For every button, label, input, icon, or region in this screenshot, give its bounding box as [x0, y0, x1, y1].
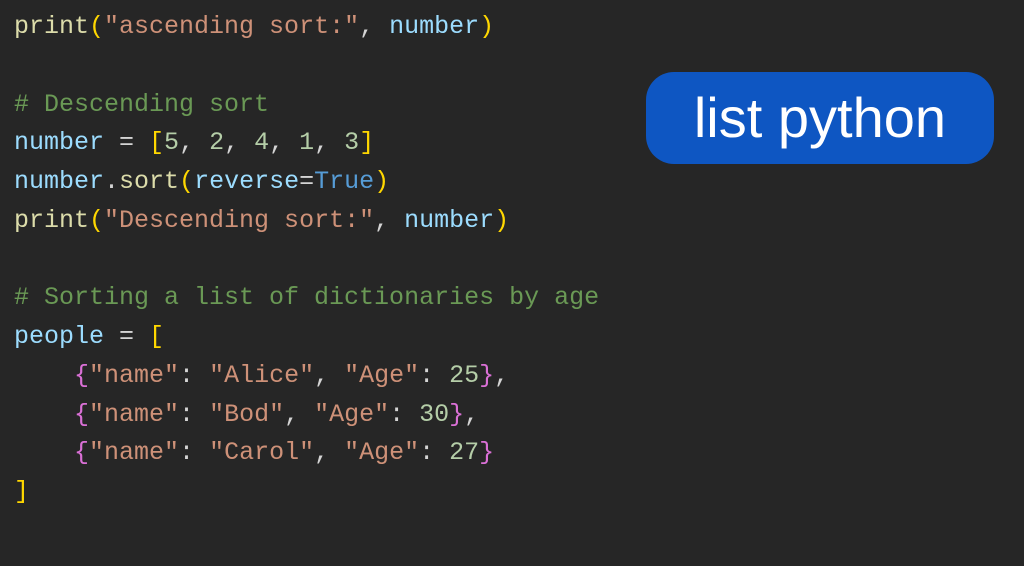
fn-print: print	[14, 206, 89, 235]
num: 1	[299, 128, 314, 157]
string-literal: "ascending sort:"	[104, 12, 359, 41]
dict-val: "Carol"	[209, 438, 314, 467]
code-line-9: people = [	[14, 318, 1010, 357]
dict-val-num: 27	[449, 438, 479, 467]
close-paren: )	[479, 12, 494, 41]
close-bracket: ]	[359, 128, 374, 157]
close-bracket: ]	[14, 477, 29, 506]
code-line-1: print("ascending sort:", number)	[14, 8, 1010, 47]
method-sort: sort	[119, 167, 179, 196]
keyword-true: True	[314, 167, 374, 196]
open-brace: {	[74, 361, 89, 390]
close-brace: }	[479, 361, 494, 390]
open-paren: (	[179, 167, 194, 196]
code-line-6: print("Descending sort:", number)	[14, 202, 1010, 241]
close-paren: )	[374, 167, 389, 196]
dict-key: "name"	[89, 400, 179, 429]
close-brace: }	[479, 438, 494, 467]
fn-print: print	[14, 12, 89, 41]
assign-op: =	[104, 322, 149, 351]
dict-val: "Alice"	[209, 361, 314, 390]
code-line-11: {"name": "Bod", "Age": 30},	[14, 396, 1010, 435]
open-paren: (	[89, 206, 104, 235]
comma: ,	[359, 12, 389, 41]
open-brace: {	[74, 400, 89, 429]
code-line-10: {"name": "Alice", "Age": 25},	[14, 357, 1010, 396]
num: 2	[209, 128, 224, 157]
open-brace: {	[74, 438, 89, 467]
var-number: number	[14, 128, 104, 157]
open-paren: (	[89, 12, 104, 41]
comment: # Sorting a list of dictionaries by age	[14, 283, 599, 312]
string-literal: "Descending sort:"	[104, 206, 374, 235]
var-people: people	[14, 322, 104, 351]
comment: # Descending sort	[14, 90, 269, 119]
title-badge: list python	[646, 72, 994, 164]
comma: ,	[374, 206, 404, 235]
code-line-12: {"name": "Carol", "Age": 27}	[14, 434, 1010, 473]
dict-key: "Age"	[344, 361, 419, 390]
close-paren: )	[494, 206, 509, 235]
var-number: number	[389, 12, 479, 41]
assign-op: =	[299, 167, 314, 196]
var-number: number	[14, 167, 104, 196]
open-bracket: [	[149, 128, 164, 157]
dict-val-num: 25	[449, 361, 479, 390]
badge-label: list python	[694, 86, 946, 149]
dict-key: "name"	[89, 438, 179, 467]
open-bracket: [	[149, 322, 164, 351]
kwarg-reverse: reverse	[194, 167, 299, 196]
dict-key: "Age"	[314, 400, 389, 429]
dot-op: .	[104, 167, 119, 196]
assign-op: =	[104, 128, 149, 157]
code-line-blank	[14, 241, 1010, 280]
var-number: number	[404, 206, 494, 235]
dict-val: "Bod"	[209, 400, 284, 429]
num: 3	[344, 128, 359, 157]
code-line-8: # Sorting a list of dictionaries by age	[14, 279, 1010, 318]
dict-key: "Age"	[344, 438, 419, 467]
dict-val-num: 30	[419, 400, 449, 429]
num: 5	[164, 128, 179, 157]
num: 4	[254, 128, 269, 157]
close-brace: }	[449, 400, 464, 429]
code-line-5: number.sort(reverse=True)	[14, 163, 1010, 202]
dict-key: "name"	[89, 361, 179, 390]
code-line-13: ]	[14, 473, 1010, 512]
